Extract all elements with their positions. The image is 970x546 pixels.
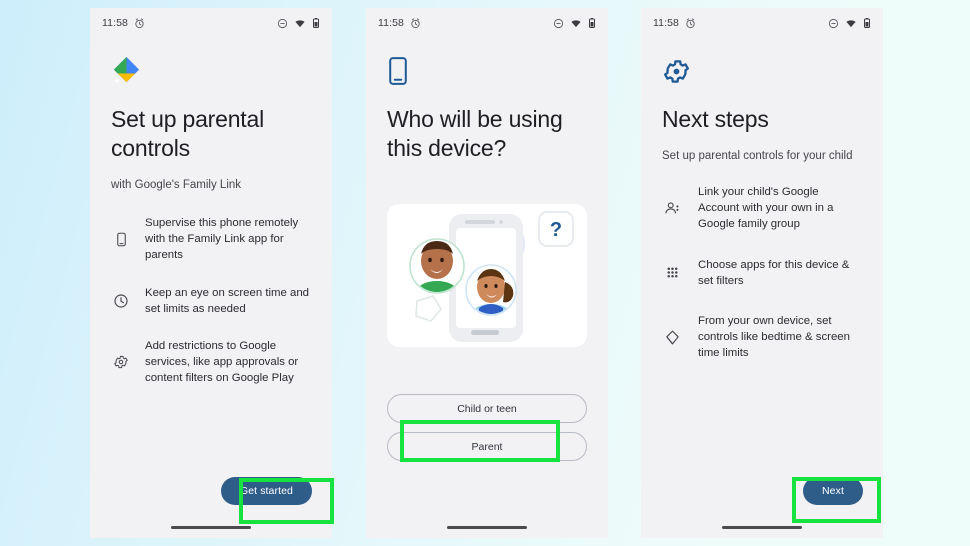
- alarm-icon: [686, 17, 695, 28]
- wifi-icon: [571, 19, 581, 27]
- parent-button[interactable]: Parent: [387, 432, 587, 461]
- do-not-disturb-icon: [277, 18, 288, 28]
- phone-icon: [111, 229, 131, 249]
- status-bar: 11:58: [90, 8, 332, 38]
- battery-icon: [864, 18, 870, 28]
- primary-action-row: Get started: [220, 477, 312, 505]
- battery-icon: [589, 18, 595, 28]
- apps-grid-icon: [662, 263, 682, 283]
- status-bar-clock: 11:58: [653, 17, 679, 29]
- home-indicator[interactable]: [447, 526, 527, 529]
- list-item-label: Keep an eye on screen time and set limit…: [145, 286, 310, 315]
- list-item-label: From your own device, set controls like …: [698, 315, 850, 360]
- do-not-disturb-icon: [553, 18, 564, 28]
- page-title: Who will be using this device?: [387, 106, 563, 161]
- screenshot-stage: 11:58 Set up parental controls with Goog…: [0, 0, 970, 546]
- screen-content-next-steps: Next steps Set up parental controls for …: [641, 38, 883, 538]
- alarm-icon: [411, 17, 420, 28]
- list-item-label: Add restrictions to Google services, lik…: [145, 340, 299, 385]
- next-button[interactable]: Next: [803, 477, 863, 505]
- page-subtitle: with Google's Family Link: [111, 179, 242, 191]
- list-item: Choose apps for this device & set filter…: [662, 257, 862, 289]
- get-started-button[interactable]: Get started: [220, 477, 312, 505]
- feature-list: Supervise this phone remotely with the F…: [111, 215, 311, 387]
- page-title: Set up parental controls: [111, 106, 265, 161]
- phone-screen-next-steps: 11:58 Next steps Set up parental control…: [641, 8, 883, 538]
- choice-button-group: Child or teen Parent: [387, 394, 587, 470]
- list-item: From your own device, set controls like …: [662, 313, 862, 362]
- list-item: Keep an eye on screen time and set limit…: [111, 285, 311, 317]
- page-subtitle: Set up parental controls for your child: [662, 150, 853, 162]
- list-item: Link your child's Google Account with yo…: [662, 184, 862, 233]
- child-or-teen-button[interactable]: Child or teen: [387, 394, 587, 423]
- list-item-label: Choose apps for this device & set filter…: [698, 258, 850, 287]
- status-bar-right: [277, 17, 320, 29]
- family-link-logo: [111, 55, 311, 87]
- phone-screen-setup: 11:58 Set up parental controls with Goog…: [90, 8, 332, 538]
- device-phone-icon: [387, 55, 587, 87]
- status-bar-left: 11:58: [378, 17, 421, 29]
- list-item-label: Supervise this phone remotely with the F…: [145, 217, 299, 262]
- status-bar: 11:58: [366, 8, 608, 38]
- list-item: Add restrictions to Google services, lik…: [111, 338, 311, 387]
- kite-shape-icon: [662, 327, 682, 347]
- settings-gear-icon: [111, 352, 131, 372]
- list-item-label: Link your child's Google Account with yo…: [698, 186, 834, 231]
- svg-text:?: ?: [550, 219, 562, 241]
- do-not-disturb-icon: [828, 18, 839, 28]
- status-bar-clock: 11:58: [102, 17, 128, 29]
- primary-action-row: Next: [803, 477, 863, 505]
- status-bar-clock: 11:58: [378, 17, 404, 29]
- wifi-icon: [846, 19, 856, 27]
- alarm-icon: [135, 17, 144, 28]
- list-item: Supervise this phone remotely with the F…: [111, 215, 311, 264]
- clock-icon: [111, 291, 131, 311]
- status-bar-left: 11:58: [653, 17, 696, 29]
- screen-content-setup: Set up parental controls with Google's F…: [90, 38, 332, 538]
- feature-list: Link your child's Google Account with yo…: [662, 184, 862, 362]
- wifi-icon: [295, 19, 305, 27]
- status-bar-right: [553, 17, 596, 29]
- phone-screen-who-is-using: 11:58 Who will be using this device? ? C…: [366, 8, 608, 538]
- home-indicator[interactable]: [171, 526, 251, 529]
- settings-gear-icon: [662, 55, 862, 87]
- home-indicator[interactable]: [722, 526, 802, 529]
- person-add-icon: [662, 198, 682, 218]
- status-bar-left: 11:58: [102, 17, 145, 29]
- status-bar-right: [828, 17, 871, 29]
- battery-icon: [313, 18, 319, 28]
- parent-and-child-with-phone-illustration: ?: [387, 204, 587, 347]
- page-title: Next steps: [662, 106, 769, 132]
- status-bar: 11:58: [641, 8, 883, 38]
